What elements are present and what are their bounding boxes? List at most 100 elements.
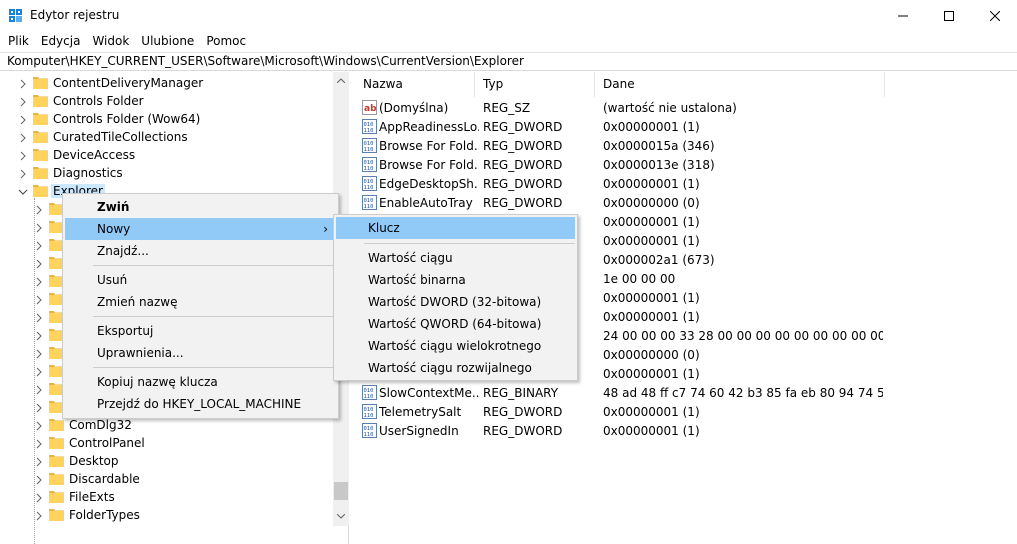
list-item[interactable]: 010 110 EnableAutoTray REG_DWORD 0x00000000 …: [355, 193, 1017, 212]
menu-export[interactable]: Eksportuj: [65, 320, 336, 342]
tree-item[interactable]: Desktop: [0, 452, 333, 470]
submenu-binary[interactable]: Wartość binarna: [336, 269, 575, 291]
tree-item[interactable]: DeviceAccess: [0, 146, 333, 164]
close-button[interactable]: [972, 0, 1017, 31]
list-header: Nazwa Typ Dane: [355, 72, 1017, 97]
list-item[interactable]: 010 110 EdgeDesktopSh... REG_DWORD 0x0000000…: [355, 174, 1017, 193]
column-name[interactable]: Nazwa: [355, 72, 475, 97]
tree-item[interactable]: Controls Folder: [0, 92, 333, 110]
menu-file[interactable]: Plik: [2, 31, 35, 51]
menu-find[interactable]: Znajdź...: [65, 240, 336, 262]
chevron-right-icon[interactable]: [18, 78, 28, 89]
cell-type: REG_DWORD: [483, 424, 563, 438]
chevron-right-icon[interactable]: [34, 420, 44, 431]
menu-new[interactable]: Nowy ›: [65, 218, 336, 240]
chevron-right-icon[interactable]: [34, 456, 44, 467]
tree-item[interactable]: ControlPanel: [0, 434, 333, 452]
address-bar[interactable]: Komputer\HKEY_CURRENT_USER\Software\Micr…: [0, 52, 1017, 71]
close-icon: [990, 10, 1000, 21]
menu-permissions[interactable]: Uprawnienia...: [65, 342, 336, 364]
folder-icon: [49, 472, 64, 485]
list-item[interactable]: 010 110 TelemetrySalt REG_DWORD 0x00000001 (…: [355, 402, 1017, 421]
column-data[interactable]: Dane: [595, 72, 885, 97]
tree-item-label: DeviceAccess: [53, 148, 136, 162]
tree-item[interactable]: Diagnostics: [0, 164, 333, 182]
menu-collapse[interactable]: Zwiń: [65, 196, 336, 218]
tree-item[interactable]: ContentDeliveryManager: [0, 74, 333, 92]
list-item[interactable]: 010 110 Browse For Fold... REG_DWORD 0x00000…: [355, 136, 1017, 155]
chevron-right-icon[interactable]: [18, 132, 28, 143]
chevron-right-icon[interactable]: [34, 474, 44, 485]
list-item[interactable]: 010 110 SlowContextMe... REG_BINARY 48 ad 48…: [355, 383, 1017, 402]
submenu-expand-string[interactable]: Wartość ciągu rozwijalnego: [336, 357, 575, 379]
binary-value-icon: 010 110: [362, 176, 377, 191]
svg-text:110: 110: [364, 147, 374, 153]
chevron-right-icon[interactable]: [34, 492, 44, 503]
tree-item[interactable]: Controls Folder (Wow64): [0, 110, 333, 128]
chevron-right-icon[interactable]: [18, 150, 28, 161]
minimize-button[interactable]: [880, 0, 926, 31]
scroll-thumb[interactable]: [334, 482, 348, 500]
submenu-multi-string[interactable]: Wartość ciągu wielokrotnego: [336, 335, 575, 357]
menu-edit[interactable]: Edycja: [35, 31, 87, 51]
cell-data: 0x00000001 (1): [603, 120, 700, 134]
menu-favorites[interactable]: Ulubione: [135, 31, 200, 51]
list-item[interactable]: 010 110 UserSignedIn REG_DWORD 0x00000001 (1…: [355, 421, 1017, 440]
chevron-right-icon[interactable]: [34, 258, 44, 269]
chevron-right-icon[interactable]: [18, 168, 28, 179]
chevron-right-icon[interactable]: [34, 330, 44, 341]
chevron-right-icon[interactable]: [34, 510, 44, 521]
chevron-right-icon[interactable]: [34, 402, 44, 413]
tree-item[interactable]: FileExts: [0, 488, 333, 506]
tree-item[interactable]: Discardable: [0, 470, 333, 488]
chevron-right-icon[interactable]: [18, 114, 28, 125]
scroll-up-arrow[interactable]: [333, 72, 349, 88]
chevron-right-icon[interactable]: [34, 312, 44, 323]
cell-data: 0x00000001 (1): [603, 405, 700, 419]
minimize-icon: [898, 15, 908, 16]
cell-name: EdgeDesktopSh...: [379, 177, 479, 191]
chevron-right-icon[interactable]: [34, 294, 44, 305]
chevron-right-icon[interactable]: [34, 438, 44, 449]
chevron-right-icon[interactable]: [34, 348, 44, 359]
menu-rename[interactable]: Zmień nazwę: [65, 291, 336, 313]
chevron-right-icon[interactable]: [34, 276, 44, 287]
menu-help[interactable]: Pomoc: [200, 31, 252, 51]
cell-data: 0x00000000 (0): [603, 348, 700, 362]
chevron-right-icon[interactable]: [34, 240, 44, 251]
chevron-down-icon[interactable]: [18, 186, 28, 196]
maximize-icon: [944, 10, 954, 21]
cell-data: 0x00000001 (1): [603, 215, 700, 229]
maximize-button[interactable]: [926, 0, 972, 31]
chevron-right-icon[interactable]: [34, 366, 44, 377]
list-item[interactable]: 010 110 Browse For Fold... REG_DWORD 0x00000…: [355, 155, 1017, 174]
list-item[interactable]: 010 110 AppReadinessLo... REG_DWORD 0x000000…: [355, 117, 1017, 136]
menu-delete[interactable]: Usuń: [65, 269, 336, 291]
chevron-right-icon[interactable]: [34, 204, 44, 215]
chevron-up-icon: [337, 77, 345, 83]
chevron-right-icon[interactable]: [34, 222, 44, 233]
cell-data: 0x00000001 (1): [603, 291, 700, 305]
scroll-down-arrow[interactable]: [333, 508, 349, 524]
chevron-right-icon[interactable]: [34, 384, 44, 395]
menu-goto-hklm[interactable]: Przejdź do HKEY_LOCAL_MACHINE: [65, 393, 336, 415]
tree-item[interactable]: FolderTypes: [0, 506, 333, 524]
cell-name: AppReadinessLo...: [379, 120, 479, 134]
submenu-dword[interactable]: Wartość DWORD (32-bitowa): [336, 291, 575, 313]
submenu-qword[interactable]: Wartość QWORD (64-bitowa): [336, 313, 575, 335]
submenu-string[interactable]: Wartość ciągu: [336, 247, 575, 269]
submenu-key[interactable]: Klucz: [336, 217, 575, 239]
cell-data: 1e 00 00 00: [603, 272, 676, 286]
folder-icon: [33, 130, 48, 143]
chevron-right-icon[interactable]: [18, 96, 28, 107]
list-item[interactable]: ab (Domyślna) REG_SZ (wartość nie ustalona): [355, 98, 1017, 117]
title-bar: Edytor rejestru: [0, 0, 1017, 31]
svg-text:110: 110: [364, 432, 374, 438]
tree-item-label: Controls Folder (Wow64): [53, 112, 201, 126]
cell-name: (Domyślna): [379, 101, 449, 115]
column-type[interactable]: Typ: [475, 72, 595, 97]
cell-data: 0x00000001 (1): [603, 234, 700, 248]
menu-view[interactable]: Widok: [86, 31, 135, 51]
tree-item[interactable]: CuratedTileCollections: [0, 128, 333, 146]
menu-copy-key-name[interactable]: Kopiuj nazwę klucza: [65, 371, 336, 393]
